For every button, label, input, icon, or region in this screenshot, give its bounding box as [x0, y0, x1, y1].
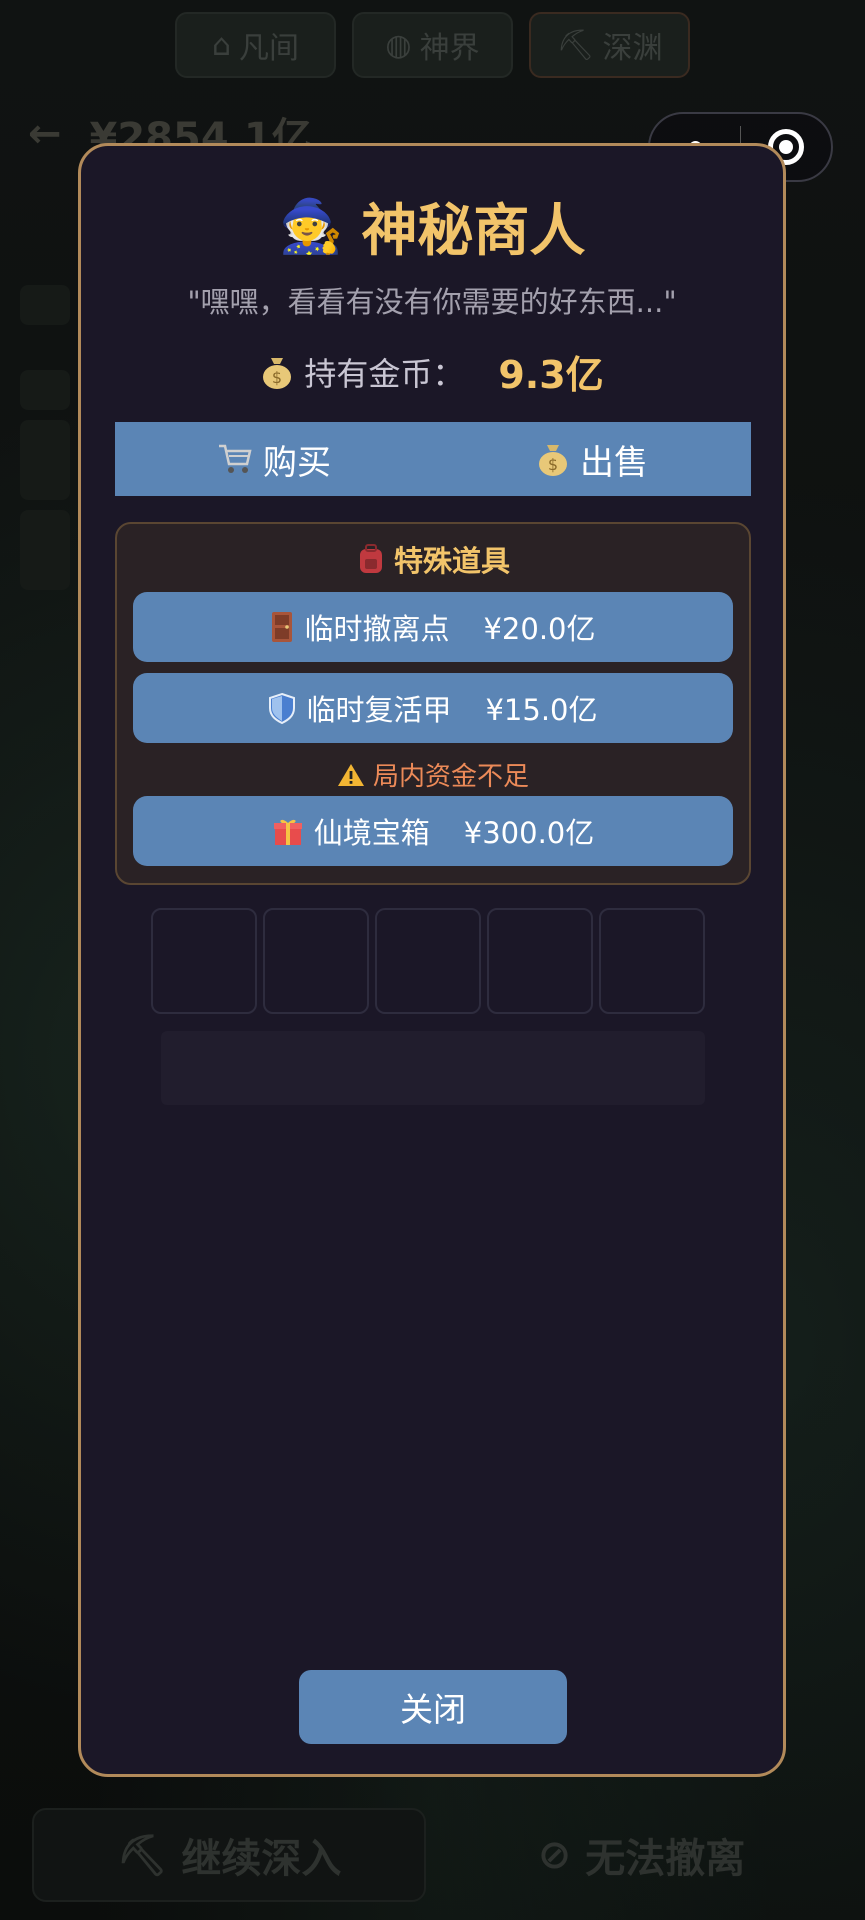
background-side-card [20, 510, 70, 590]
buy-item-temp-evac[interactable]: 临时撤离点 ¥20.0亿 [133, 592, 733, 662]
bg-tab-mortal: ⌂ 凡间 [175, 12, 336, 78]
merchant-modal: 🧙 神秘商人 "嘿嘿，看看有没有你需要的好东西..." $ 持有金币： 9.3亿… [78, 143, 786, 1777]
buy-item-fairy-chest[interactable]: 仙境宝箱 ¥300.0亿 [133, 796, 733, 866]
shield-icon [269, 692, 296, 724]
gift-icon [273, 819, 302, 845]
bg-tab-divine: ◍ 神界 [352, 12, 513, 78]
merchant-title: 🧙 神秘商人 [278, 197, 586, 264]
inventory-slots [151, 908, 705, 1014]
inventory-slot [599, 908, 705, 1014]
special-items-panel: 特殊道具 临时撤离点 ¥20.0亿 临时复活甲 ¥15.0亿 局内资金不足 仙境… [115, 522, 751, 885]
pickaxe-icon: ⛏ [116, 1832, 168, 1879]
gold-label: 持有金币： [304, 354, 465, 393]
svg-text:$: $ [272, 368, 282, 387]
prohibited-icon: ⊘ [537, 1832, 572, 1878]
bg-tab-abyss: ⛏ 深渊 [529, 12, 690, 78]
money-bag-icon: $ [539, 445, 567, 476]
inventory-slot [263, 908, 369, 1014]
back-arrow-icon: ← [28, 111, 62, 157]
insufficient-funds-warning: 局内资金不足 [117, 756, 749, 793]
faded-placeholder-bar [161, 1031, 705, 1105]
backpack-icon [359, 544, 382, 573]
door-icon [272, 612, 293, 642]
background-withdraw-button: ⊘ 无法撤离 [537, 1832, 746, 1882]
close-button[interactable]: 关闭 [299, 1670, 567, 1744]
merchant-quote: "嘿嘿，看看有没有你需要的好东西..." [187, 285, 677, 319]
background-side-card [20, 420, 70, 500]
background-realm-tabs: ⌂ 凡间 ◍ 神界 ⛏ 深渊 [175, 12, 690, 78]
warning-icon [337, 763, 364, 786]
tab-buy[interactable]: 购买 [115, 422, 433, 496]
buy-item-temp-revive[interactable]: 临时复活甲 ¥15.0亿 [133, 673, 733, 743]
gold-display: $ 持有金币： 9.3亿 [81, 344, 783, 399]
inventory-slot [375, 908, 481, 1014]
background-side-icon [20, 285, 70, 325]
svg-text:$: $ [548, 455, 558, 474]
wizard-icon: 🧙 [278, 197, 344, 257]
cart-icon [219, 444, 252, 473]
gold-value: 9.3亿 [498, 353, 604, 397]
background-continue-button: ⛏ 继续深入 [32, 1808, 426, 1902]
globe-icon: ◍ [385, 27, 412, 63]
house-icon: ⌂ [211, 27, 232, 63]
inventory-slot [151, 908, 257, 1014]
tab-sell[interactable]: $ 出售 [433, 422, 751, 496]
special-items-title: 特殊道具 [117, 538, 749, 580]
inventory-slot [487, 908, 593, 1014]
background-side-icon [20, 370, 70, 410]
merchant-tabs: 购买 $ 出售 [115, 422, 751, 496]
pickaxe-icon: ⛏ [556, 27, 595, 63]
money-bag-icon: $ [263, 357, 292, 389]
